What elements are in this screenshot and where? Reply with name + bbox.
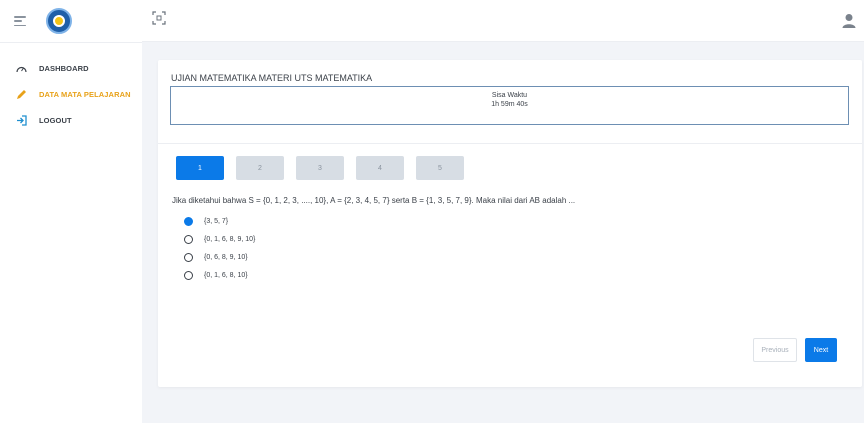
question-navigation: 1 2 3 4 5 <box>176 156 464 180</box>
question-4-button[interactable]: 4 <box>356 156 404 180</box>
timer-value: 1h 59m 40s <box>491 101 528 108</box>
menu-toggle-icon[interactable] <box>14 16 26 26</box>
radio-button-checked[interactable] <box>184 216 193 226</box>
pencil-icon <box>13 89 29 100</box>
sidebar-item-label: LOGOUT <box>39 115 72 125</box>
answer-option-label: {0, 1, 6, 8, 9, 10} <box>204 235 256 243</box>
radio-button[interactable] <box>184 234 193 244</box>
sidebar-item-label: DASHBOARD <box>39 63 89 73</box>
logo <box>46 8 72 34</box>
question-5-button[interactable]: 5 <box>416 156 464 180</box>
sidebar-item-data-mata-pelajaran[interactable]: DATA MATA PELAJARAN <box>0 81 142 107</box>
timer-label: Sisa Waktu <box>491 92 528 99</box>
logout-icon <box>13 114 29 126</box>
user-icon[interactable] <box>842 13 856 29</box>
answer-options: {3, 5, 7} {0, 1, 6, 8, 9, 10} {0, 6, 8, … <box>184 212 255 284</box>
answer-option[interactable]: {3, 5, 7} <box>184 212 255 230</box>
sidebar-item-logout[interactable]: LOGOUT <box>0 107 142 133</box>
answer-option[interactable]: {0, 1, 6, 8, 10} <box>184 266 255 284</box>
sidebar: DASHBOARD DATA MATA PELAJARAN LOGOUT <box>0 0 142 423</box>
answer-option-label: {0, 6, 8, 9, 10} <box>204 253 248 261</box>
previous-button[interactable]: Previous <box>753 338 797 362</box>
answer-option[interactable]: {0, 1, 6, 8, 9, 10} <box>184 230 255 248</box>
radio-button[interactable] <box>184 252 193 262</box>
sidebar-item-label: DATA MATA PELAJARAN <box>39 89 131 99</box>
sidebar-nav: DASHBOARD DATA MATA PELAJARAN LOGOUT <box>0 43 142 133</box>
answer-option[interactable]: {0, 6, 8, 9, 10} <box>184 248 255 266</box>
sidebar-header <box>0 0 142 42</box>
answer-option-label: {3, 5, 7} <box>204 217 229 225</box>
answer-option-label: {0, 1, 6, 8, 10} <box>204 271 248 279</box>
exam-card: UJIAN MATEMATIKA MATERI UTS MATEMATIKA S… <box>158 60 862 387</box>
radio-button[interactable] <box>184 270 193 280</box>
card-divider <box>158 143 862 144</box>
sidebar-item-dashboard[interactable]: DASHBOARD <box>0 55 142 81</box>
timer-box: Sisa Waktu 1h 59m 40s <box>170 86 849 125</box>
question-1-button[interactable]: 1 <box>176 156 224 180</box>
next-button[interactable]: Next <box>805 338 837 362</box>
top-bar <box>142 0 864 42</box>
fullscreen-icon[interactable] <box>152 11 166 25</box>
question-text: Jika diketahui bahwa S = {0, 1, 2, 3, ..… <box>172 196 576 205</box>
gauge-icon <box>13 64 29 73</box>
question-3-button[interactable]: 3 <box>296 156 344 180</box>
question-2-button[interactable]: 2 <box>236 156 284 180</box>
exam-title: UJIAN MATEMATIKA MATERI UTS MATEMATIKA <box>171 73 373 83</box>
